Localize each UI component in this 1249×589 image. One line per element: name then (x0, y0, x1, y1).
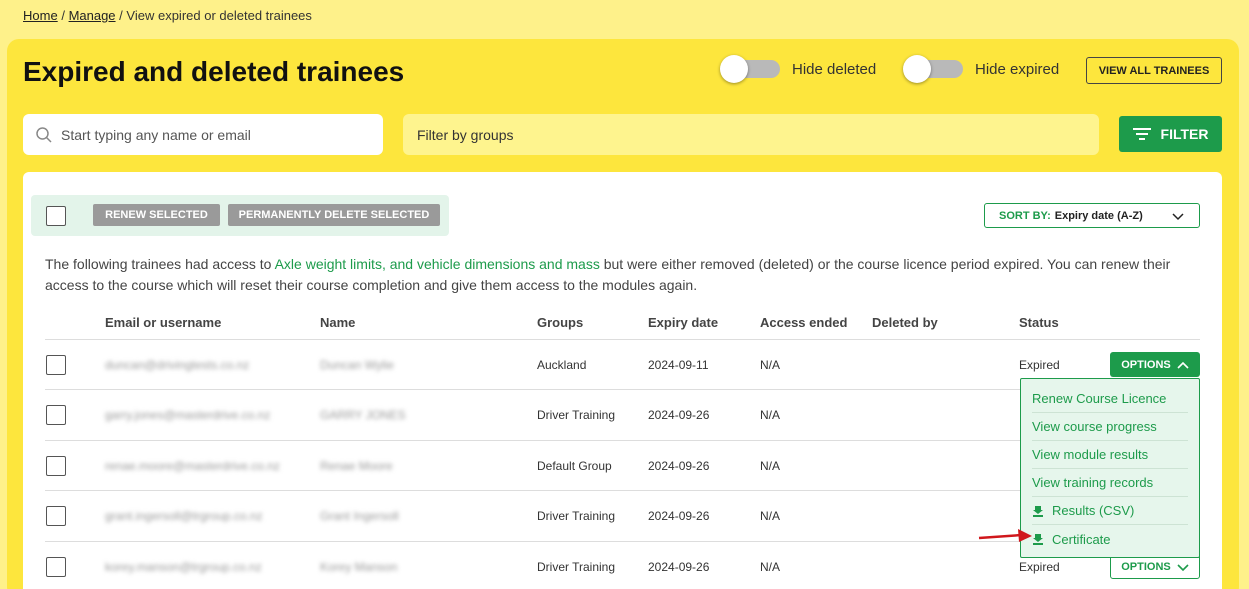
row-name: Korey Manson (320, 560, 398, 574)
row-checkbox[interactable] (46, 405, 66, 425)
breadcrumb: Home / Manage / View expired or deleted … (23, 8, 312, 23)
header-groups[interactable]: Groups (537, 315, 583, 330)
row-access-ended: N/A (760, 358, 781, 372)
menu-view-course-progress[interactable]: View course progress (1032, 413, 1188, 441)
intro-text: The following trainees had access to Axl… (45, 254, 1195, 296)
header-email[interactable]: Email or username (105, 315, 221, 330)
menu-certificate[interactable]: Certificate (1032, 525, 1188, 553)
search-input[interactable] (61, 126, 361, 143)
row-group: Default Group (537, 459, 612, 473)
filter-label: FILTER (1160, 126, 1209, 142)
row-checkbox[interactable] (46, 456, 66, 476)
menu-results-csv[interactable]: Results (CSV) (1032, 497, 1188, 525)
header-expiry-date[interactable]: Expiry date (648, 315, 718, 330)
menu-item-label: View training records (1032, 475, 1154, 490)
sort-label: SORT BY: (999, 209, 1051, 222)
row-name: Grant Ingersoll (320, 509, 399, 523)
hide-expired-label: Hide expired (975, 60, 1060, 78)
menu-item-label: View module results (1032, 447, 1149, 462)
toggle-track[interactable] (903, 55, 963, 83)
menu-item-label: Certificate (1052, 531, 1111, 547)
groups-filter-select[interactable]: Filter by groups (403, 114, 1099, 155)
select-all-checkbox[interactable] (46, 206, 66, 226)
row-expiry: 2024-09-11 (648, 358, 709, 372)
row-status: Expired (1019, 358, 1060, 372)
search-icon (36, 126, 52, 143)
row-email: renae.moore@masterdrive.co.nz (105, 459, 280, 473)
row-name: Renae Moore (320, 459, 393, 473)
hide-deleted-label: Hide deleted (792, 60, 877, 78)
intro-before: The following trainees had access to (45, 256, 275, 272)
row-expiry: 2024-09-26 (648, 459, 710, 473)
download-icon (1033, 505, 1043, 517)
breadcrumb-home[interactable]: Home (23, 8, 58, 23)
options-label: OPTIONS (1121, 358, 1171, 371)
chevron-down-icon (1177, 563, 1189, 571)
menu-item-label: Renew Course Licence (1032, 391, 1167, 406)
breadcrumb-separator: / (119, 8, 123, 23)
breadcrumb-current: View expired or deleted trainees (126, 8, 312, 23)
row-name: Duncan Wylie (320, 358, 394, 372)
breadcrumb-manage[interactable]: Manage (69, 8, 116, 23)
options-label: OPTIONS (1121, 560, 1171, 573)
filter-button[interactable]: FILTER (1119, 116, 1222, 152)
menu-view-training-records[interactable]: View training records (1032, 469, 1188, 497)
row-access-ended: N/A (760, 560, 781, 574)
row-checkbox[interactable] (46, 506, 66, 526)
search-box[interactable] (23, 114, 383, 155)
chevron-down-icon (1172, 213, 1184, 221)
toggle-knob[interactable] (903, 55, 931, 83)
options-button[interactable]: OPTIONS (1110, 352, 1200, 377)
row-access-ended: N/A (760, 509, 781, 523)
filter-icon (1132, 128, 1151, 140)
menu-view-module-results[interactable]: View module results (1032, 441, 1188, 469)
row-name: GARRY JONES (320, 408, 406, 422)
sort-select[interactable]: SORT BY: Expiry date (A-Z) (984, 203, 1200, 228)
toggle-knob[interactable] (720, 55, 748, 83)
view-all-trainees-button[interactable]: VIEW ALL TRAINEES (1086, 57, 1222, 84)
row-access-ended: N/A (760, 459, 781, 473)
menu-item-label: View course progress (1032, 419, 1157, 434)
row-group: Auckland (537, 358, 587, 372)
row-expiry: 2024-09-26 (648, 408, 710, 422)
header-status[interactable]: Status (1019, 315, 1059, 330)
header-name[interactable]: Name (320, 315, 355, 330)
options-menu: Renew Course Licence View course progres… (1020, 378, 1200, 558)
row-group: Driver Training (537, 560, 616, 574)
renew-selected-button[interactable]: RENEW SELECTED (93, 204, 220, 226)
row-email: duncan@drivingtests.co.nz (105, 358, 250, 372)
row-expiry: 2024-09-26 (648, 509, 710, 523)
header-access-ended[interactable]: Access ended (760, 315, 847, 330)
toggle-track[interactable] (720, 55, 780, 83)
course-link[interactable]: Axle weight limits, and vehicle dimensio… (275, 256, 600, 272)
row-email: korey.manson@trgroup.co.nz (105, 560, 262, 574)
divider (45, 339, 1200, 340)
row-expiry: 2024-09-26 (648, 560, 710, 574)
row-status: Expired (1019, 560, 1060, 574)
row-checkbox[interactable] (46, 557, 66, 577)
hide-deleted-toggle[interactable]: Hide deleted (720, 55, 877, 83)
row-group: Driver Training (537, 509, 616, 523)
permanently-delete-selected-button[interactable]: PERMANENTLY DELETE SELECTED (228, 204, 440, 226)
menu-item-label: Results (CSV) (1052, 503, 1135, 518)
row-group: Driver Training (537, 408, 616, 422)
row-email: garry.jones@masterdrive.co.nz (105, 408, 271, 422)
header-deleted-by[interactable]: Deleted by (872, 315, 938, 330)
row-access-ended: N/A (760, 408, 781, 422)
row-email: grant.ingersoll@trgroup.co.nz (105, 509, 263, 523)
page-title: Expired and deleted trainees (23, 56, 405, 87)
sort-value: Expiry date (A-Z) (1054, 209, 1143, 222)
annotation-arrow-icon (978, 529, 1032, 542)
row-checkbox[interactable] (46, 355, 66, 375)
hide-expired-toggle[interactable]: Hide expired (903, 55, 1060, 83)
chevron-up-icon (1177, 361, 1189, 369)
breadcrumb-separator: / (61, 8, 65, 23)
menu-renew-course-licence[interactable]: Renew Course Licence (1032, 385, 1188, 413)
